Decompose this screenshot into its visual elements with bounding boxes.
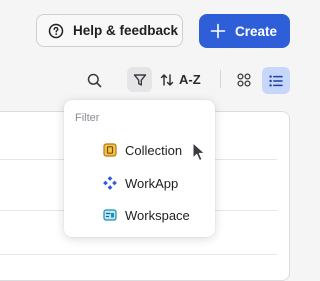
filter-option-label: WorkApp xyxy=(125,175,179,191)
sort-button[interactable]: A-Z xyxy=(160,67,208,92)
help-feedback-button[interactable]: Help & feedback xyxy=(36,14,183,47)
create-button[interactable]: Create xyxy=(199,14,290,48)
grid-icon xyxy=(237,73,251,87)
mouse-cursor-icon xyxy=(192,142,206,167)
search-icon xyxy=(87,73,102,88)
list-icon xyxy=(269,74,283,87)
workspace-icon xyxy=(103,208,117,222)
collection-icon xyxy=(103,143,117,157)
filter-option-workapp[interactable]: WorkApp xyxy=(103,171,215,195)
toolbar-divider xyxy=(220,70,221,88)
grid-view-button[interactable] xyxy=(233,68,255,92)
list-view-button[interactable] xyxy=(262,67,290,94)
help-icon xyxy=(48,23,64,39)
row-divider xyxy=(0,254,277,255)
filter-option-label: Workspace xyxy=(125,207,190,223)
filter-option-workspace[interactable]: Workspace xyxy=(103,203,215,227)
filter-option-label: Collection xyxy=(125,142,183,158)
filter-button[interactable] xyxy=(127,67,152,92)
plus-icon xyxy=(210,23,226,39)
filter-dropdown: Filter Collection WorkApp Workspace xyxy=(64,100,215,237)
sort-label: A-Z xyxy=(179,72,201,87)
create-label: Create xyxy=(235,23,278,39)
workapp-icon xyxy=(103,176,117,190)
filter-heading: Filter xyxy=(75,112,100,124)
filter-icon xyxy=(133,73,147,87)
sort-arrows-icon xyxy=(160,73,174,87)
search-button[interactable] xyxy=(83,68,105,92)
help-feedback-label: Help & feedback xyxy=(73,23,179,38)
